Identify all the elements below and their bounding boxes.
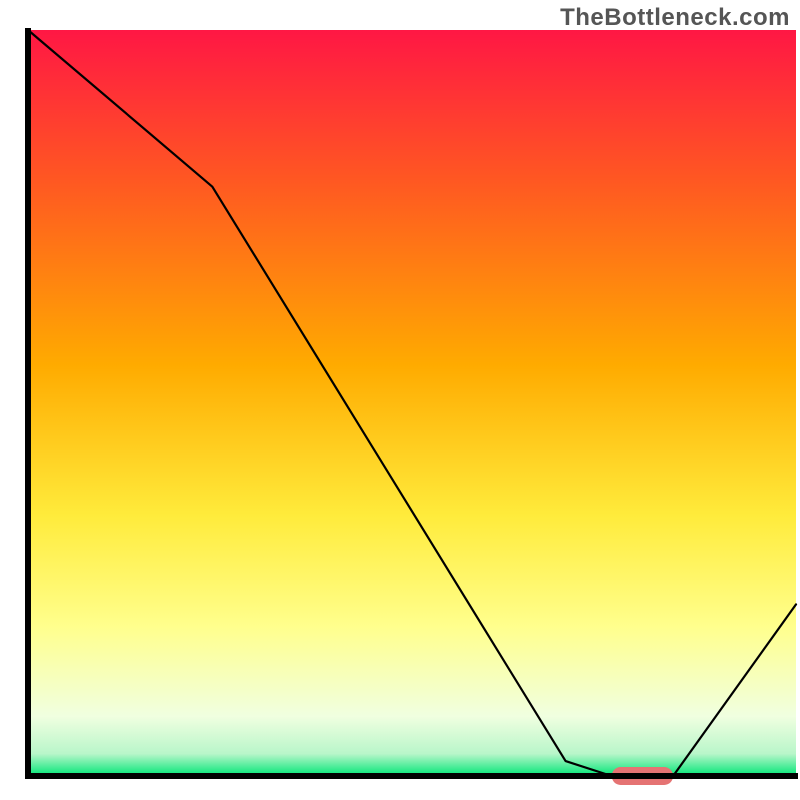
chart-background [28,30,796,776]
chart-svg [0,0,800,800]
chart-container: TheBottleneck.com [0,0,800,800]
watermark-text: TheBottleneck.com [560,4,790,32]
